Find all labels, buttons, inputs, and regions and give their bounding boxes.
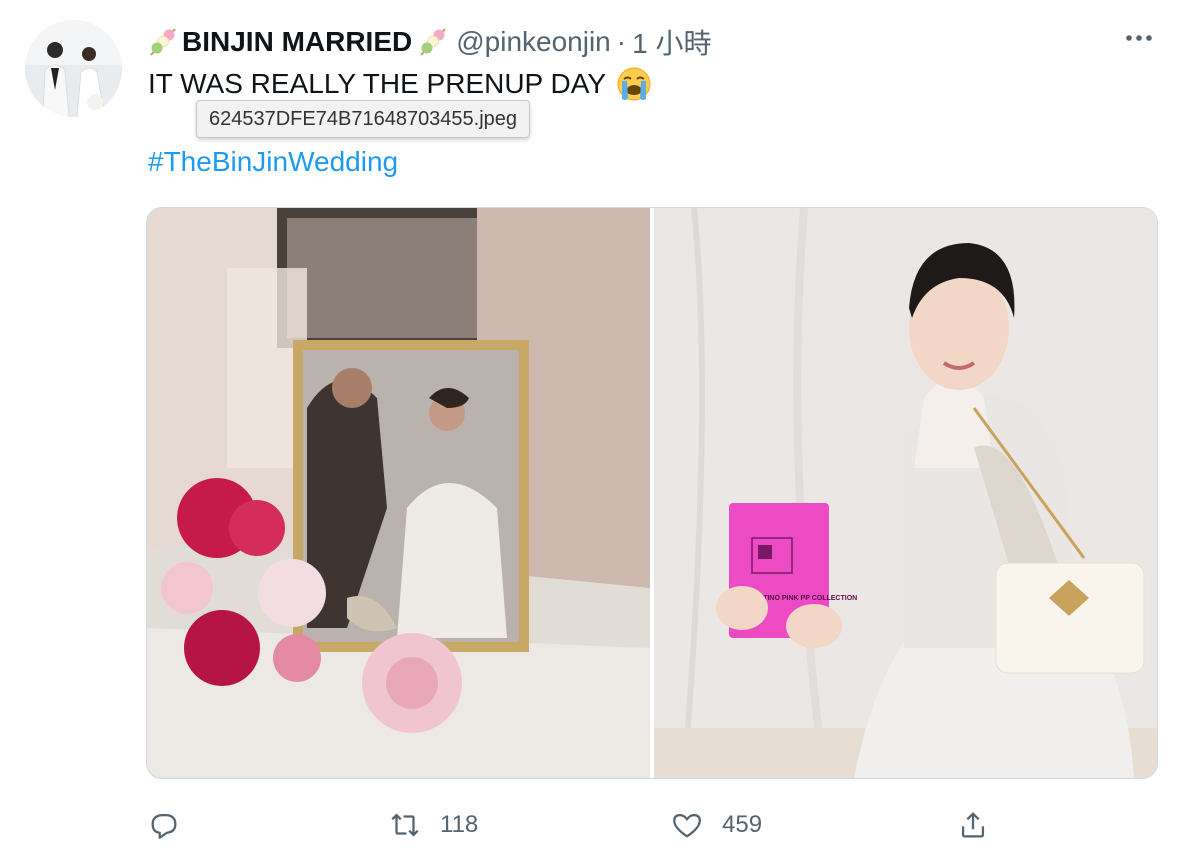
like-button[interactable]: 459	[670, 802, 762, 848]
tweet-text: IT WAS REALLY THE PRENUP DAY	[148, 66, 652, 102]
tweet-text-content: IT WAS REALLY THE PRENUP DAY	[148, 68, 606, 99]
media-photo-left[interactable]	[147, 208, 650, 778]
separator-dot: ·	[616, 26, 627, 57]
hashtag-link[interactable]: #TheBinJinWedding	[148, 146, 398, 178]
avatar[interactable]	[25, 20, 122, 117]
dango-icon	[418, 26, 448, 58]
share-icon	[961, 812, 985, 838]
heart-icon	[673, 813, 701, 838]
media-container[interactable]: VALENTINO PINK PP COLLECTION	[146, 207, 1158, 779]
share-button[interactable]	[956, 802, 990, 848]
dango-icon	[148, 26, 178, 58]
filename-tooltip: 624537DFE74B71648703455.jpeg	[196, 100, 531, 138]
retweet-icon	[391, 813, 419, 837]
portrait-photo-image: VALENTINO PINK PP COLLECTION	[654, 208, 1157, 778]
retweet-count: 118	[440, 811, 479, 838]
more-options-button[interactable]	[1122, 28, 1156, 48]
reply-button[interactable]	[147, 802, 199, 848]
tweet-header: BINJIN MARRIED @pinkeonjin · 1 小時	[148, 22, 711, 62]
more-dots-icon	[1126, 35, 1152, 41]
like-count: 459	[722, 811, 763, 838]
display-name[interactable]: BINJIN MARRIED	[182, 26, 412, 58]
timestamp[interactable]: 1 小時	[632, 22, 711, 62]
avatar-image	[25, 20, 122, 117]
reply-icon	[151, 813, 177, 839]
retweet-button[interactable]: 118	[388, 802, 478, 848]
framed-photo-image	[147, 208, 650, 778]
media-photo-right[interactable]: VALENTINO PINK PP COLLECTION	[654, 208, 1157, 778]
tweet-actions: 118 459	[0, 802, 1182, 848]
user-handle[interactable]: @pinkeonjin	[456, 26, 611, 58]
loudly-crying-face-icon	[616, 66, 652, 102]
